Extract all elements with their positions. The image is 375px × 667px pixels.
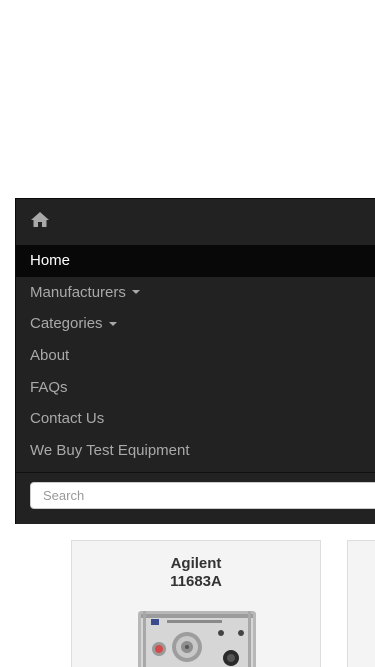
- nav-item-about[interactable]: About: [16, 340, 375, 372]
- nav-item-home[interactable]: Home: [16, 245, 375, 277]
- nav-item-label: Categories: [30, 315, 103, 333]
- product-image[interactable]: [137, 609, 257, 667]
- nav-item-label: Manufacturers: [30, 283, 126, 301]
- caret-down-icon: [108, 321, 117, 326]
- search-form: [16, 472, 375, 524]
- search-input[interactable]: [30, 482, 375, 509]
- nav-menu: Home Manufacturers Categories About FAQs…: [16, 245, 375, 466]
- navbar-header: [16, 199, 375, 245]
- home-icon[interactable]: [30, 210, 50, 230]
- product-card[interactable]: [347, 540, 375, 667]
- nav-item-label: Contact Us: [30, 410, 105, 428]
- nav-item-label: About: [30, 347, 70, 365]
- nav-item-manufacturers[interactable]: Manufacturers: [16, 277, 375, 309]
- navbar: Home Manufacturers Categories About FAQs…: [15, 198, 375, 524]
- product-title[interactable]: Agilent 11683A: [72, 555, 320, 591]
- nav-item-label: We Buy Test Equipment: [30, 441, 190, 459]
- nav-item-categories[interactable]: Categories: [16, 308, 375, 340]
- nav-item-label: Home: [30, 252, 71, 270]
- product-card[interactable]: Agilent 11683A: [71, 540, 321, 667]
- caret-down-icon: [131, 290, 140, 295]
- product-brand: Agilent: [170, 555, 222, 572]
- nav-item-faqs[interactable]: FAQs: [16, 371, 375, 403]
- product-model: 11683A: [170, 573, 222, 590]
- nav-item-label: FAQs: [30, 378, 68, 396]
- nav-item-we-buy-test-equipment[interactable]: We Buy Test Equipment: [16, 435, 375, 467]
- page: Home Manufacturers Categories About FAQs…: [0, 0, 375, 667]
- nav-item-contact-us[interactable]: Contact Us: [16, 403, 375, 435]
